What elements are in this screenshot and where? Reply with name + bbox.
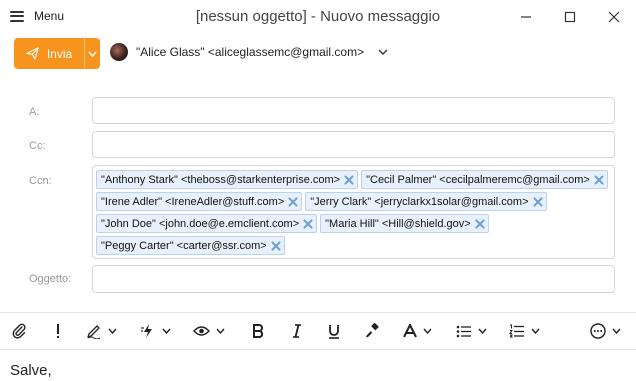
- formatting-toolbar: [0, 313, 636, 349]
- recipient-chip-label: "Jerry Clark" <jerryclarkx1solar@gmail.c…: [310, 195, 529, 208]
- exclamation-icon: [57, 324, 59, 338]
- bold-icon: [253, 324, 264, 338]
- attach-button[interactable]: [12, 321, 26, 341]
- italic-button[interactable]: [292, 321, 302, 341]
- format-painter-button[interactable]: [364, 321, 380, 341]
- to-field[interactable]: [92, 97, 615, 124]
- bullet-list-icon: [456, 325, 471, 337]
- remove-recipient-icon[interactable]: [271, 241, 281, 251]
- remove-recipient-icon[interactable]: [344, 175, 354, 185]
- send-label: Invia: [46, 46, 73, 61]
- bcc-recipients-list: "Anthony Stark" <theboss@starkenterprise…: [96, 170, 611, 258]
- toolbar-divider: [0, 349, 636, 350]
- chevron-down-icon: [88, 51, 97, 57]
- cc-field[interactable]: [92, 131, 615, 158]
- subject-field[interactable]: [92, 265, 615, 293]
- eye-icon: [193, 326, 210, 336]
- bold-button[interactable]: [252, 321, 264, 341]
- title-bar: Menu [nessun oggetto] - Nuovo messaggio: [0, 0, 636, 34]
- lightning-lines-icon: [141, 324, 152, 338]
- underline-button[interactable]: [328, 321, 340, 341]
- recipient-chip[interactable]: "Irene Adler" <IreneAdler@stuff.com>: [96, 192, 303, 211]
- remove-recipient-icon[interactable]: [594, 175, 604, 185]
- recipient-chip-label: "Anthony Stark" <theboss@starkenterprise…: [101, 173, 341, 186]
- send-icon: [26, 47, 39, 60]
- remove-recipient-icon[interactable]: [475, 219, 485, 229]
- recipient-chip-label: "Irene Adler" <IreneAdler@stuff.com>: [101, 195, 285, 208]
- signature-pen-icon: [87, 325, 101, 339]
- chevron-down-icon: [531, 328, 540, 334]
- signature-dropdown[interactable]: [86, 321, 117, 341]
- underline-icon: [329, 324, 339, 339]
- format-brush-icon: [366, 323, 379, 338]
- remove-recipient-icon[interactable]: [533, 197, 543, 207]
- chevron-down-icon: [108, 328, 117, 334]
- minimize-icon: [521, 16, 531, 18]
- recipient-chip[interactable]: "Cecil Palmer" <cecilpalmeremc@gmail.com…: [361, 170, 608, 189]
- recipient-chip-label: "Peggy Carter" <carter@ssr.com>: [101, 239, 267, 252]
- importance-button[interactable]: [55, 321, 61, 341]
- paperclip-icon: [12, 323, 26, 339]
- chevron-down-icon: [612, 328, 621, 334]
- minimize-button[interactable]: [504, 0, 548, 34]
- chevron-down-icon: [162, 328, 171, 334]
- subject-label: Oggetto:: [29, 273, 72, 285]
- recipient-chip-label: "Maria Hill" <Hill@shield.gov>: [325, 217, 471, 230]
- italic-icon: [293, 324, 301, 338]
- recipient-chip-label: "John Doe" <john.doe@e.emclient.com>: [101, 217, 300, 230]
- bcc-label: Ccn:: [29, 175, 52, 187]
- recipient-chip[interactable]: "Anthony Stark" <theboss@starkenterprise…: [96, 170, 359, 189]
- recipient-chip[interactable]: "Jerry Clark" <jerryclarkx1solar@gmail.c…: [305, 192, 547, 211]
- maximize-icon: [564, 11, 576, 23]
- from-account-selector[interactable]: "Alice Glass" <aliceglassemc@gmail.com>: [110, 43, 388, 61]
- avatar: [110, 43, 128, 61]
- maximize-button[interactable]: [548, 0, 592, 34]
- close-button[interactable]: [592, 0, 636, 34]
- more-horizontal-icon: [590, 323, 606, 339]
- to-label: A:: [29, 106, 40, 118]
- view-options-dropdown[interactable]: [193, 321, 225, 341]
- quick-text-dropdown[interactable]: [140, 321, 171, 341]
- remove-recipient-icon[interactable]: [303, 219, 313, 229]
- recipient-chip[interactable]: "Maria Hill" <Hill@shield.gov>: [320, 214, 489, 233]
- chevron-down-icon: [478, 328, 487, 334]
- chevron-down-icon: [216, 328, 225, 334]
- recipient-chip[interactable]: "Peggy Carter" <carter@ssr.com>: [96, 236, 285, 255]
- numbered-list-icon: [509, 324, 524, 338]
- remove-recipient-icon[interactable]: [288, 197, 298, 207]
- window-controls: [504, 0, 636, 34]
- bullet-list-dropdown[interactable]: [456, 321, 487, 341]
- recipient-chip-label: "Cecil Palmer" <cecilpalmeremc@gmail.com…: [366, 173, 590, 186]
- recipient-chip[interactable]: "John Doe" <john.doe@e.emclient.com>: [96, 214, 318, 233]
- text-color-icon: [403, 324, 417, 338]
- close-icon: [608, 11, 620, 23]
- chevron-down-icon: [423, 328, 432, 334]
- send-options-dropdown[interactable]: [84, 38, 100, 69]
- cc-label: Cc:: [29, 140, 46, 152]
- from-address: "Alice Glass" <aliceglassemc@gmail.com>: [136, 45, 365, 59]
- send-button[interactable]: Invia: [14, 38, 84, 69]
- numbered-list-dropdown[interactable]: [509, 321, 540, 341]
- font-color-dropdown[interactable]: [403, 321, 432, 341]
- more-options-dropdown[interactable]: [590, 321, 621, 341]
- message-body[interactable]: Salve,: [10, 362, 52, 379]
- chevron-down-icon: [378, 49, 388, 55]
- send-button-group: Invia: [14, 38, 100, 69]
